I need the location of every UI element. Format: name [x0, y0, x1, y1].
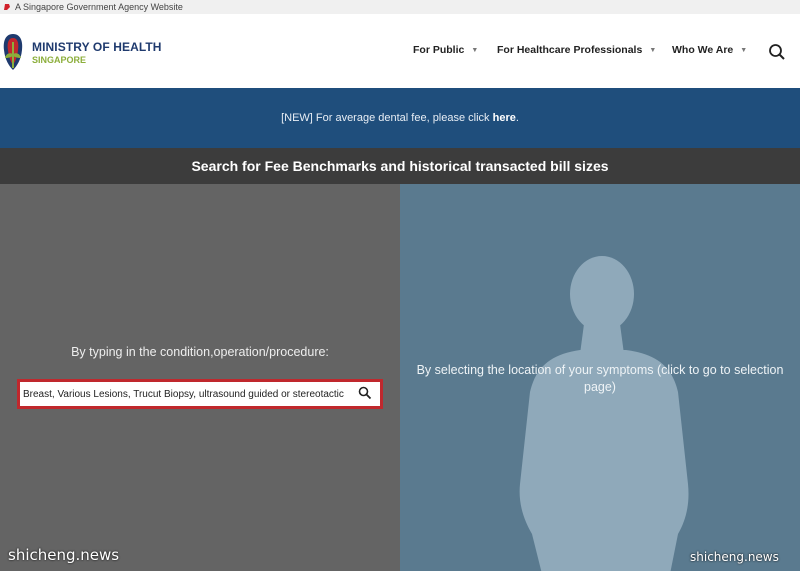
nav-item-for-healthcare-professionals[interactable]: For Healthcare Professionals ▼: [497, 44, 656, 56]
gov-agency-bar: A Singapore Government Agency Website: [0, 0, 800, 14]
banner-link-here[interactable]: here: [493, 112, 516, 124]
nav-item-for-public[interactable]: For Public ▼: [413, 44, 478, 56]
page-title-bar: Search for Fee Benchmarks and historical…: [0, 148, 800, 184]
procedure-search-box: [17, 379, 383, 409]
lion-head-icon: [3, 3, 11, 11]
header-search-button[interactable]: [768, 43, 786, 61]
search-icon: [358, 386, 372, 400]
body-map-panel[interactable]: By selecting the location of your sympto…: [400, 184, 800, 571]
nav-label: Who We Are: [672, 44, 734, 56]
text-search-panel: By typing in the condition,operation/pro…: [0, 184, 400, 571]
search-submit-button[interactable]: [358, 386, 372, 400]
procedure-search-input[interactable]: [20, 382, 354, 406]
nav-item-who-we-are[interactable]: Who We Are ▼: [672, 44, 747, 56]
body-map-label: By selecting the location of your sympto…: [416, 363, 784, 394]
nav-label: For Healthcare Professionals: [497, 44, 643, 56]
human-body-silhouette-icon: [519, 256, 689, 571]
banner-text: [NEW] For average dental fee, please cli…: [281, 112, 493, 124]
moh-logo[interactable]: MINISTRY OF HEALTH SINGAPORE: [0, 32, 162, 72]
nav-label: For Public: [413, 44, 465, 56]
gov-agency-text: A Singapore Government Agency Website: [15, 2, 183, 12]
logo-subtitle: SINGAPORE: [32, 54, 87, 65]
site-header: MINISTRY OF HEALTH SINGAPORE For Public …: [0, 14, 800, 88]
chevron-down-icon: ▼: [649, 46, 657, 54]
search-icon: [769, 44, 785, 60]
page-title: Search for Fee Benchmarks and historical…: [191, 158, 609, 174]
moh-emblem-icon: [3, 34, 23, 70]
banner-suffix: .: [515, 112, 519, 124]
text-search-label: By typing in the condition,operation/pro…: [71, 345, 329, 359]
watermark-right: shicheng.news: [690, 550, 779, 564]
watermark-left: shicheng.news: [8, 546, 120, 564]
chevron-down-icon: ▼: [740, 46, 748, 54]
logo-title: MINISTRY OF HEALTH: [32, 39, 162, 54]
chevron-down-icon: ▼: [471, 46, 479, 54]
announcement-banner: [NEW] For average dental fee, please cli…: [0, 88, 800, 148]
